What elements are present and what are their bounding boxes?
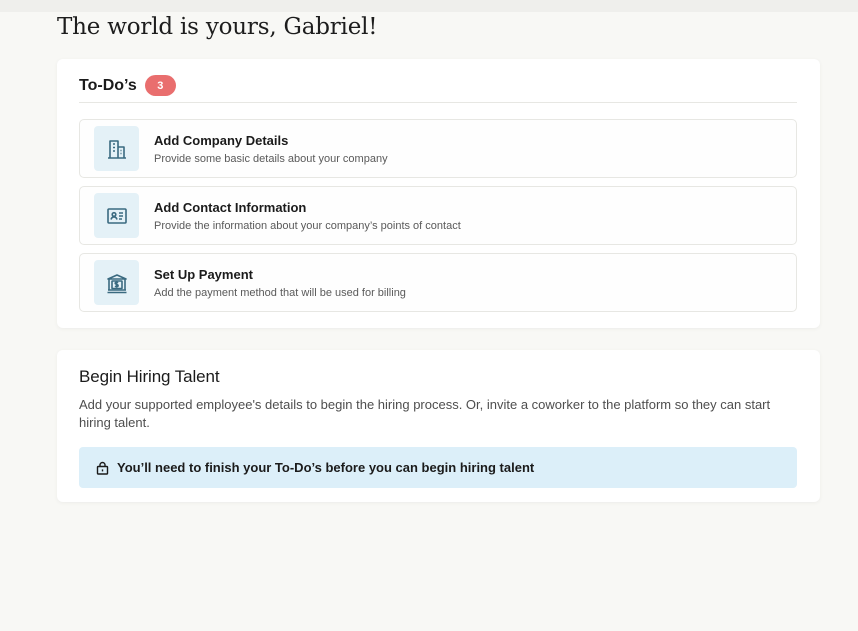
top-bar-shadow <box>0 0 858 12</box>
todo-header: To-Do’s 3 <box>79 75 797 103</box>
page-greeting: The world is yours, Gabriel! <box>57 14 378 40</box>
building-icon <box>94 126 139 171</box>
todo-item-contact-information[interactable]: Add Contact Information Provide the info… <box>79 186 797 245</box>
todo-card: To-Do’s 3 Add Company Details Provide so… <box>57 59 820 328</box>
hiring-title: Begin Hiring Talent <box>79 367 220 386</box>
todo-item-description: Provide the information about your compa… <box>154 220 461 232</box>
todo-item-title: Set Up Payment <box>154 267 253 282</box>
todo-item-description: Add the payment method that will be used… <box>154 287 406 299</box>
bank-payment-icon <box>94 260 139 305</box>
todo-count-badge: 3 <box>144 75 176 96</box>
contact-card-icon <box>94 193 139 238</box>
hiring-card: Begin Hiring Talent Add your supported e… <box>57 350 820 502</box>
todo-item-company-details[interactable]: Add Company Details Provide some basic d… <box>79 119 797 178</box>
todo-item-set-up-payment[interactable]: Set Up Payment Add the payment method th… <box>79 253 797 312</box>
hiring-locked-notice: You’ll need to finish your To-Do’s befor… <box>79 447 797 488</box>
todo-item-title: Add Company Details <box>154 133 289 148</box>
hiring-notice-text: You’ll need to finish your To-Do’s befor… <box>117 460 535 475</box>
hiring-description: Add your supported employee's details to… <box>79 397 771 430</box>
todo-item-title: Add Contact Information <box>154 200 307 215</box>
todo-item-description: Provide some basic details about your co… <box>154 153 388 165</box>
lock-icon <box>95 461 109 475</box>
todo-title: To-Do’s <box>79 77 137 94</box>
